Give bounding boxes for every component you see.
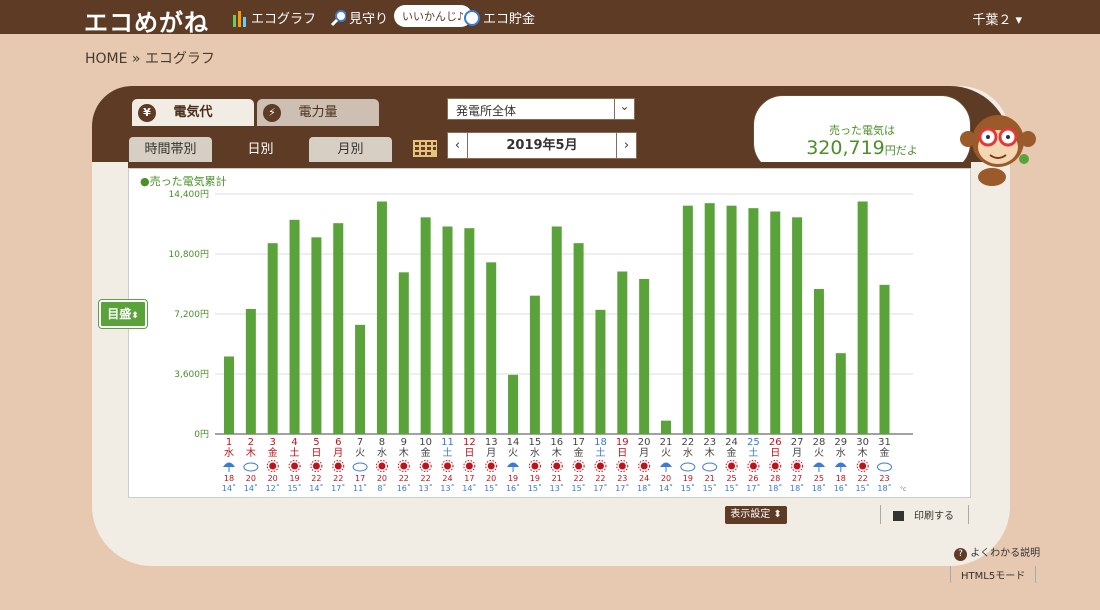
plant-select[interactable]: 発電所全体 ⌄ bbox=[447, 98, 635, 120]
nav-label: エコグラフ bbox=[251, 12, 317, 27]
area-selector[interactable]: 千葉２ ▾ bbox=[972, 9, 1022, 28]
nav-eco-graph[interactable]: エコグラフ bbox=[232, 8, 316, 27]
print-label: 印刷する bbox=[914, 511, 954, 522]
display-settings-button[interactable]: 表示設定 ⬍ bbox=[725, 506, 787, 524]
sold-unit: 円だよ bbox=[884, 144, 918, 157]
monkey-mascot-icon bbox=[960, 115, 1036, 186]
nav-eco-savings[interactable]: エコ貯金 bbox=[464, 8, 535, 27]
status-pill: いいかんじ♪ bbox=[394, 5, 473, 27]
nav-label: エコ貯金 bbox=[483, 12, 536, 27]
area-label: 千葉２ bbox=[972, 13, 1012, 28]
logo[interactable]: エコめがね bbox=[84, 3, 209, 38]
chart-legend: ●売った電気累計 bbox=[140, 175, 227, 188]
calendar-icon[interactable] bbox=[410, 133, 440, 159]
tab-label: 電気代 bbox=[173, 105, 213, 120]
help-link[interactable]: ? よくわかる説明 bbox=[954, 544, 1040, 561]
top-bar: エコめがね エコグラフ 見守り いいかんじ♪ エコ貯金 千葉２ ▾ bbox=[0, 0, 1100, 37]
scale-label: 目盛 bbox=[107, 307, 132, 321]
html5-mode-link[interactable]: HTML5モード bbox=[950, 566, 1037, 583]
prev-month-button[interactable]: ‹ bbox=[448, 133, 468, 158]
print-button[interactable]: 印刷する bbox=[880, 505, 969, 524]
nav-mimamori[interactable]: 見守り bbox=[330, 8, 388, 27]
tab-daily[interactable]: 日別 bbox=[219, 137, 302, 163]
lightning-icon: ⚡ bbox=[263, 104, 281, 122]
scale-arrow-icon: ⬍ bbox=[131, 311, 139, 321]
printer-icon bbox=[893, 511, 904, 521]
question-icon: ? bbox=[954, 548, 967, 561]
nav-label: 見守り bbox=[349, 12, 389, 27]
tab-monthly[interactable]: 月別 bbox=[309, 137, 392, 163]
bar-chart-icon bbox=[233, 10, 246, 27]
chevron-down-icon: ▾ bbox=[1015, 13, 1022, 28]
breadcrumb: HOME » エコグラフ bbox=[85, 51, 215, 67]
sold-label: 売った電気は bbox=[829, 124, 895, 137]
tab-electricity-cost[interactable]: ¥ 電気代 bbox=[132, 99, 254, 126]
scale-button[interactable]: 目盛⬍ bbox=[99, 300, 147, 328]
coin-icon bbox=[464, 9, 480, 26]
magnifier-icon bbox=[330, 9, 346, 26]
plant-select-value: 発電所全体 bbox=[456, 104, 517, 118]
tab-label: 電力量 bbox=[298, 105, 338, 120]
next-month-button[interactable]: › bbox=[616, 133, 636, 158]
help-label: よくわかる説明 bbox=[970, 548, 1041, 559]
month-label: 2019年5月 bbox=[506, 138, 578, 153]
month-navigator: ‹ 2019年5月 › bbox=[447, 132, 637, 159]
tab-electricity-amount[interactable]: ⚡ 電力量 bbox=[257, 99, 379, 126]
chevron-down-icon[interactable]: ⌄ bbox=[614, 99, 634, 119]
chart-panel bbox=[128, 168, 971, 498]
yen-icon: ¥ bbox=[138, 104, 156, 122]
tab-hourly[interactable]: 時間帯別 bbox=[129, 137, 212, 163]
sold-value: 320,719 bbox=[806, 137, 885, 159]
